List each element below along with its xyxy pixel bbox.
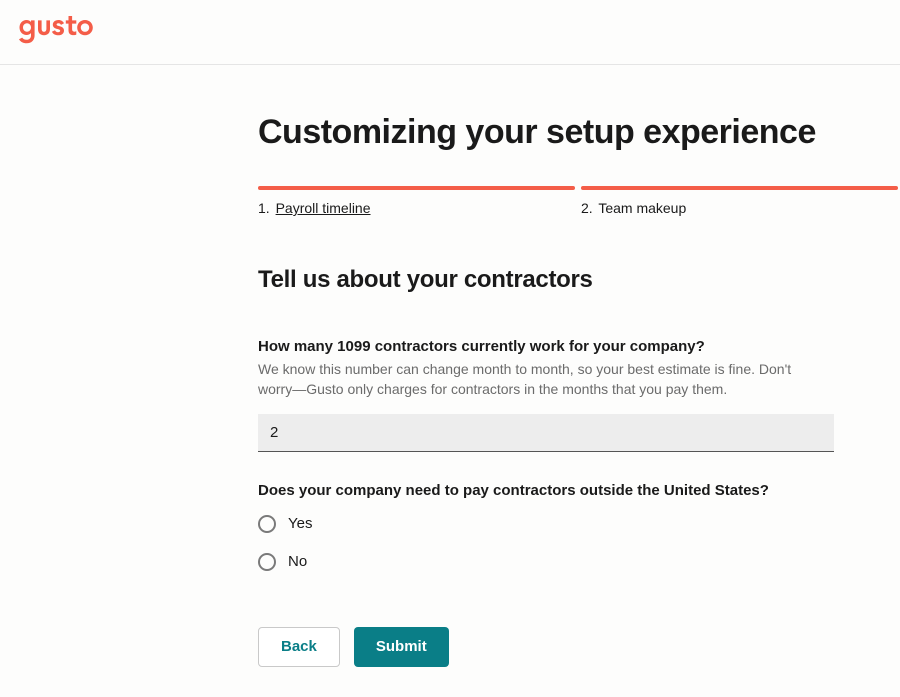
contractor-count-label: How many 1099 contractors currently work… xyxy=(258,338,898,355)
app-header xyxy=(0,0,900,65)
gusto-logo xyxy=(18,14,882,46)
step-link-payroll-timeline[interactable]: Payroll timeline xyxy=(276,200,371,216)
international-radio-group: Yes No xyxy=(258,515,898,571)
section-heading: Tell us about your contractors xyxy=(258,266,898,294)
main-content: Customizing your setup experience 1. Pay… xyxy=(0,65,900,667)
step-bar xyxy=(581,186,898,190)
international-label: Does your company need to pay contractor… xyxy=(258,482,898,499)
gusto-wordmark-icon xyxy=(18,14,106,46)
radio-option-no[interactable]: No xyxy=(258,553,898,571)
contractor-count-input[interactable] xyxy=(258,414,834,452)
radio-label-yes: Yes xyxy=(288,515,312,532)
step-payroll-timeline: 1. Payroll timeline xyxy=(258,186,575,216)
page-title: Customizing your setup experience xyxy=(258,113,898,152)
step-bar xyxy=(258,186,575,190)
submit-button[interactable]: Submit xyxy=(354,627,449,667)
progress-steps: 1. Payroll timeline 2. Team makeup xyxy=(258,186,898,216)
step-number: 1. xyxy=(258,200,270,216)
step-team-makeup: 2. Team makeup xyxy=(581,186,898,216)
step-text-team-makeup: Team makeup xyxy=(598,200,686,216)
form-actions: Back Submit xyxy=(258,627,898,667)
step-label: 1. Payroll timeline xyxy=(258,200,575,216)
back-button[interactable]: Back xyxy=(258,627,340,667)
step-label: 2. Team makeup xyxy=(581,200,898,216)
radio-icon xyxy=(258,515,276,533)
field-international-contractors: Does your company need to pay contractor… xyxy=(258,482,898,571)
contractor-count-help: We know this number can change month to … xyxy=(258,359,818,400)
step-number: 2. xyxy=(581,200,593,216)
radio-icon xyxy=(258,553,276,571)
radio-option-yes[interactable]: Yes xyxy=(258,515,898,533)
field-contractor-count: How many 1099 contractors currently work… xyxy=(258,338,898,482)
radio-label-no: No xyxy=(288,553,307,570)
